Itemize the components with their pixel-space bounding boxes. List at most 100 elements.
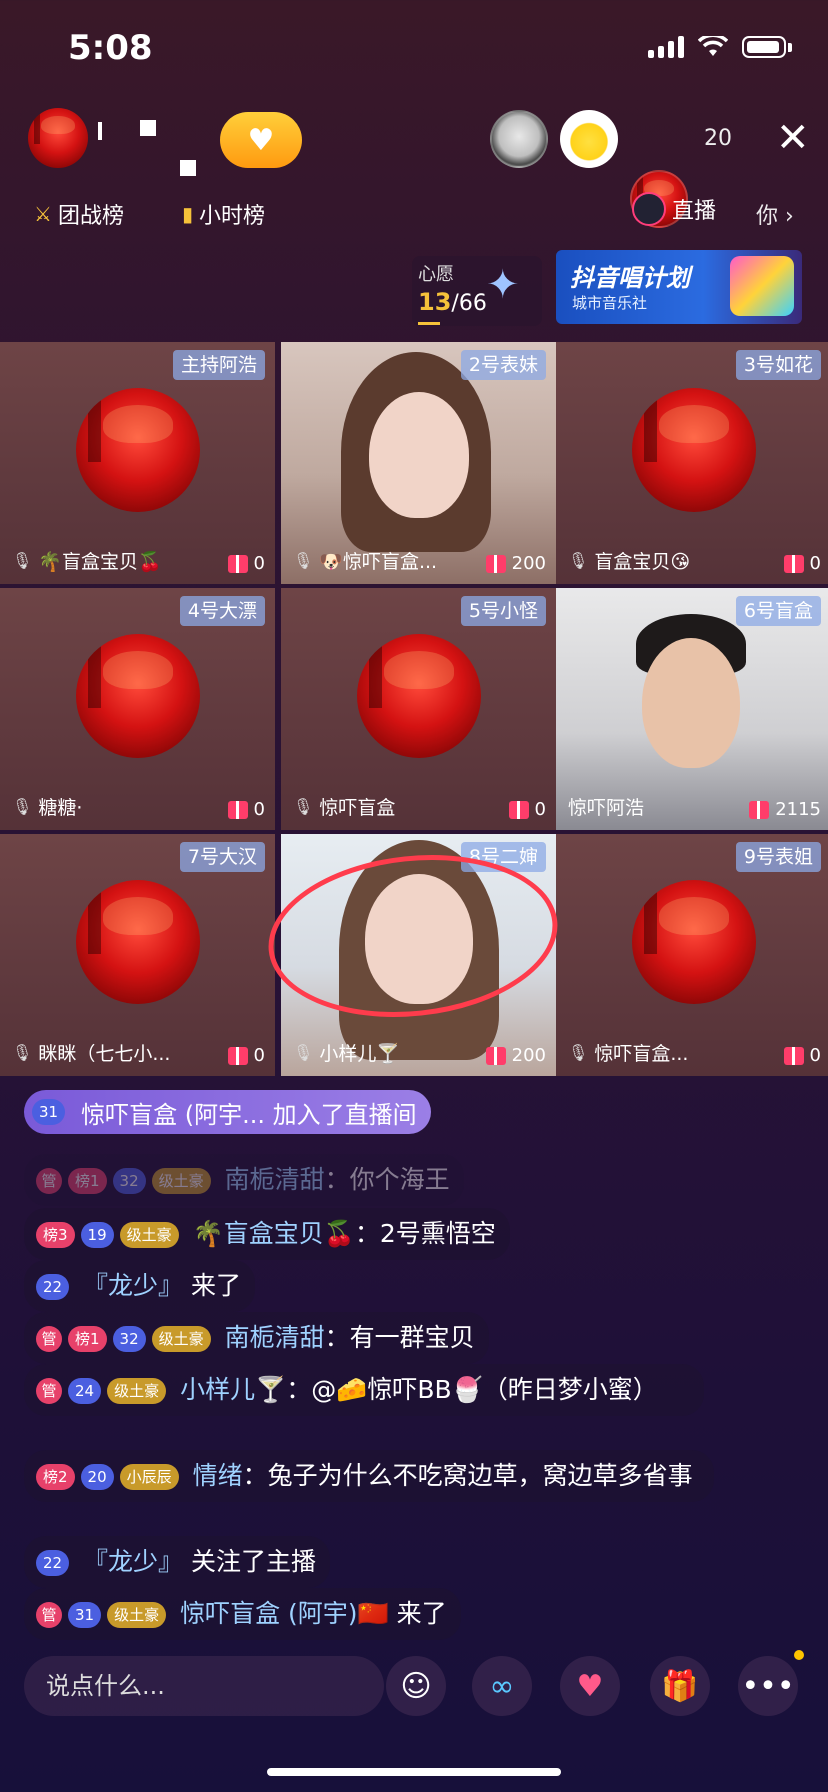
gift-icon (508, 800, 529, 819)
chat-message[interactable]: 22 『龙少』 来了 (24, 1260, 256, 1312)
gift-icon (485, 1046, 506, 1065)
seat-label: 7号大汉 (179, 842, 265, 872)
mic-muted-icon: 🎙 (293, 1043, 314, 1062)
battery-icon (742, 36, 786, 58)
wish-progress: 13/66 (418, 288, 487, 316)
join-notice: 31 惊吓盲盒 (阿宇... 加入了直播间 (24, 1090, 431, 1134)
seat-avatar (76, 880, 200, 1004)
mic-muted-icon: 🎙 (293, 797, 314, 816)
link-icon: ∞ (489, 1668, 515, 1704)
promo-subtitle: 城市音乐社 (572, 294, 648, 312)
follow-button[interactable]: ♥ (220, 112, 302, 168)
seat-gift-count: 0 (783, 1045, 821, 1066)
gift-icon (783, 1046, 804, 1065)
gift-icon (227, 800, 248, 819)
mic-seat-5[interactable]: 5号小怪 🎙 惊吓盲盒 0 (281, 588, 556, 830)
paper-crane-icon: ✦ (486, 262, 520, 308)
seat-label: 9号表姐 (735, 842, 821, 872)
seat-user: 🎙 小样儿🍸 (293, 1043, 400, 1065)
seat-label: 2号表妹 (460, 350, 546, 380)
level-badge: 31 (32, 1099, 66, 1125)
seat-label: 5号小怪 (460, 596, 546, 626)
chat-message[interactable]: 榜2 20 小辰辰 情绪：兔子为什么不吃窝边草，窝边草多省事 (24, 1450, 714, 1502)
seat-avatar (357, 634, 481, 758)
seat-gift-count: 0 (508, 799, 546, 820)
gift-icon (783, 554, 804, 573)
seat-label: 主持阿浩 (172, 350, 265, 380)
heart-icon: ♥ (576, 1668, 604, 1704)
gift-icon (485, 554, 506, 573)
team-battle-icon: ⚔ (34, 202, 52, 226)
chat-message[interactable]: 管 31 级土豪 惊吓盲盒 (阿宇)🇨🇳 来了 (24, 1588, 461, 1640)
top-viewer-avatar[interactable] (490, 110, 548, 168)
gift-icon (227, 554, 248, 573)
wifi-icon (698, 36, 728, 56)
viewer-count[interactable]: 20 (704, 126, 732, 151)
seat-gift-count: 0 (783, 553, 821, 574)
wish-title: 心愿 (418, 264, 454, 285)
status-icons (648, 36, 792, 58)
seat-user: 🎙 🐶惊吓盲盒... (293, 551, 438, 573)
notification-dot (794, 1650, 804, 1660)
mic-muted-icon: 🎙 (12, 1043, 33, 1062)
seat-user: 🎙 盲盒宝贝😘 (568, 551, 691, 573)
status-time: 5:08 (68, 28, 153, 68)
chat-message[interactable]: 22 『龙少』 关注了主播 (24, 1536, 331, 1588)
seat-avatar (76, 634, 200, 758)
seat-user: 惊吓阿浩 (568, 797, 645, 819)
more-dots-icon: ••• (741, 1668, 795, 1704)
smiley-icon: ☺ (400, 1668, 432, 1704)
mic-seat-3[interactable]: 3号如花 🎙 盲盒宝贝😘 0 (556, 342, 828, 584)
seat-label: 6号盲盒 (735, 596, 821, 626)
team-battle-rank[interactable]: ⚔ 团战榜 (34, 198, 124, 230)
chevron-right-icon: › (785, 204, 794, 229)
wish-progress-bar (418, 322, 440, 325)
gift-icon (227, 1046, 248, 1065)
seat-user: 🎙 惊吓盲盒 (293, 797, 396, 819)
link-mic-button[interactable]: ∞ (472, 1656, 532, 1716)
heart-button[interactable]: ♥ (560, 1656, 620, 1716)
seat-avatar (632, 388, 756, 512)
promo-title: 抖音唱计划 (570, 264, 690, 292)
host-name-redacted (140, 120, 156, 136)
comment-input[interactable]: 说点什么... (24, 1656, 384, 1716)
gift-button[interactable]: 🎁 (650, 1656, 710, 1716)
seat-gift-count: 0 (227, 553, 265, 574)
seat-user: 🎙 糖糖· (12, 797, 83, 819)
seat-user: 🎙 眯眯（七七小... (12, 1043, 171, 1065)
seat-video (642, 638, 740, 768)
live-avatar (632, 192, 666, 226)
seat-video (369, 392, 469, 518)
mic-seat-6[interactable]: 6号盲盒 惊吓阿浩 2115 (556, 588, 828, 830)
mic-muted-icon: 🎙 (568, 1043, 589, 1062)
seat-label: 4号大漂 (179, 596, 265, 626)
mic-muted-icon: 🎙 (12, 797, 33, 816)
mic-seat-2[interactable]: 2号表妹 🎙 🐶惊吓盲盒... 200 (281, 342, 556, 584)
top-viewer-avatar[interactable] (560, 110, 618, 168)
hourly-rank[interactable]: ▮ 小时榜 (182, 198, 265, 230)
seat-gift-count: 2115 (749, 799, 821, 820)
more-rank-chip[interactable]: 你 › (756, 198, 794, 230)
music-badge-icon (730, 256, 794, 316)
mic-seat-4[interactable]: 4号大漂 🎙 糖糖· 0 (0, 588, 275, 830)
chat-message[interactable]: 管 24 级土豪 小样儿🍸：@🧀惊吓BB🍧（昨日梦小蜜） (24, 1364, 704, 1416)
host-avatar[interactable] (28, 108, 88, 168)
live-chip[interactable]: 直播 (632, 192, 716, 226)
more-button[interactable]: ••• (738, 1656, 798, 1716)
chat-message[interactable]: 榜3 19 级土豪 🌴盲盒宝贝🍒：2号熏悟空 (24, 1208, 510, 1260)
close-icon[interactable]: ✕ (776, 118, 810, 158)
plus-heart-icon: ♥ (247, 122, 275, 158)
mic-muted-icon: 🎙 (568, 551, 589, 570)
mic-seat-9[interactable]: 9号表姐 🎙 惊吓盲盒... 0 (556, 834, 828, 1076)
emoji-button[interactable]: ☺ (386, 1656, 446, 1716)
mic-seat-1[interactable]: 主持阿浩 🎙 🌴盲盒宝贝🍒 0 (0, 342, 275, 584)
signal-icon (648, 36, 684, 58)
chat-message[interactable]: 管榜1 32 级土豪 南栀清甜：有一群宝贝 (24, 1312, 489, 1364)
mic-seat-7[interactable]: 7号大汉 🎙 眯眯（七七小... 0 (0, 834, 275, 1076)
seat-gift-count: 200 (485, 553, 546, 574)
gift-icon: 🎁 (661, 1668, 699, 1704)
seat-avatar (632, 880, 756, 1004)
chat-message[interactable]: 管榜1 32 级土豪 南栀清甜：你个海王 (24, 1154, 464, 1206)
seat-gift-count: 0 (227, 1045, 265, 1066)
seat-gift-count: 0 (227, 799, 265, 820)
